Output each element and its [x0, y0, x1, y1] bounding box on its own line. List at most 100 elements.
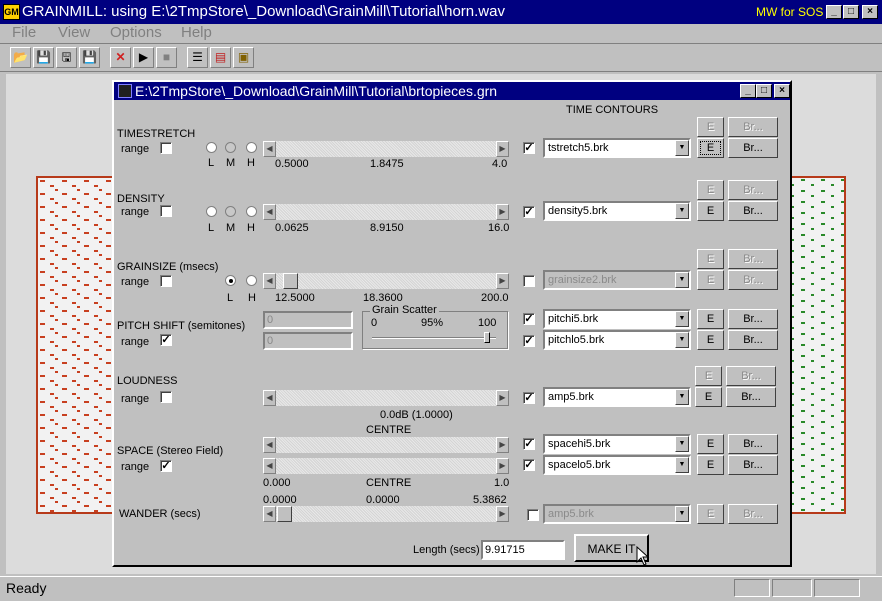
space-lo-contour-select[interactable]: spacelo5.brk ▼: [543, 455, 691, 475]
chevron-down-icon[interactable]: ▼: [675, 389, 689, 405]
slider-right-arrow-icon[interactable]: ▶: [496, 273, 509, 289]
slider-left-arrow-icon[interactable]: ◀: [263, 204, 276, 220]
grainsize-br-upper-button[interactable]: Br...: [728, 249, 778, 269]
pitch-lo-contour-select[interactable]: pitchlo5.brk ▼: [543, 330, 691, 350]
menu-help[interactable]: Help: [181, 24, 212, 41]
density-radio-l[interactable]: [206, 206, 217, 217]
chevron-down-icon[interactable]: ▼: [675, 457, 689, 473]
density-slider[interactable]: ◀ ▶: [263, 204, 509, 220]
loudness-range-checkbox[interactable]: [160, 391, 172, 403]
slider-right-arrow-icon[interactable]: ▶: [496, 506, 509, 522]
density-range-checkbox[interactable]: [160, 205, 172, 217]
pitch-lo-contour-checkbox[interactable]: ✓: [523, 335, 535, 347]
chevron-down-icon[interactable]: ▼: [675, 332, 689, 348]
close-button[interactable]: ×: [862, 5, 878, 19]
menu-view[interactable]: View: [58, 24, 90, 41]
timestretch-contour-select[interactable]: tstretch5.brk ▼: [543, 138, 691, 158]
grainsize-e-button[interactable]: E: [697, 270, 724, 290]
slider-left-arrow-icon[interactable]: ◀: [263, 141, 276, 157]
grain-scatter-slider-thumb[interactable]: [484, 332, 490, 343]
delete-icon[interactable]: ✕: [110, 47, 131, 68]
pitch-lo-br-button[interactable]: Br...: [728, 330, 778, 350]
save-as-icon[interactable]: 🖫: [56, 47, 77, 68]
save-icon[interactable]: 💾: [33, 47, 54, 68]
timestretch-e-upper-button[interactable]: E: [697, 117, 724, 137]
density-e-button[interactable]: E: [697, 201, 724, 221]
space-lo-contour-checkbox[interactable]: ✓: [523, 459, 535, 471]
density-radio-m[interactable]: [225, 206, 236, 217]
loudness-contour-select[interactable]: amp5.brk ▼: [543, 387, 691, 407]
grainsize-e-upper-button[interactable]: E: [697, 249, 724, 269]
grainsize-slider[interactable]: ◀ ▶: [263, 273, 509, 289]
timestretch-br-button[interactable]: Br...: [728, 138, 778, 158]
chevron-down-icon[interactable]: ▼: [675, 203, 689, 219]
grainsize-slider-thumb[interactable]: [283, 273, 298, 289]
slider-right-arrow-icon[interactable]: ▶: [496, 390, 509, 406]
space-range-checkbox[interactable]: ✓: [160, 460, 172, 472]
density-br-button[interactable]: Br...: [728, 201, 778, 221]
chevron-down-icon[interactable]: ▼: [675, 272, 689, 288]
space-lo-br-button[interactable]: Br...: [728, 455, 778, 475]
grainsize-radio-h[interactable]: [246, 275, 257, 286]
slider-right-arrow-icon[interactable]: ▶: [496, 141, 509, 157]
wander-br-button[interactable]: Br...: [728, 504, 778, 524]
grainsize-br-button[interactable]: Br...: [728, 270, 778, 290]
stop-icon[interactable]: ■: [156, 47, 177, 68]
save-all-icon[interactable]: 💾: [79, 47, 100, 68]
pitch-hi-contour-checkbox[interactable]: ✓: [523, 313, 535, 325]
dialog-minimize-button[interactable]: _: [740, 84, 756, 98]
wander-contour-select[interactable]: amp5.brk ▼: [543, 504, 691, 524]
space-hi-contour-select[interactable]: spacehi5.brk ▼: [543, 434, 691, 454]
pitch-lo-e-button[interactable]: E: [697, 330, 724, 350]
slider-right-arrow-icon[interactable]: ▶: [496, 437, 509, 453]
chevron-down-icon[interactable]: ▼: [675, 436, 689, 452]
open-icon[interactable]: 📂: [10, 47, 31, 68]
dialog-close-button[interactable]: ×: [774, 84, 790, 98]
loudness-e-upper-button[interactable]: E: [695, 366, 722, 386]
pitch-hi-br-button[interactable]: Br...: [728, 309, 778, 329]
slider-right-arrow-icon[interactable]: ▶: [496, 204, 509, 220]
maximize-button[interactable]: □: [843, 5, 859, 19]
minimize-button[interactable]: _: [826, 5, 842, 19]
pitchshift-value1-input[interactable]: 0: [263, 311, 353, 329]
slider-left-arrow-icon[interactable]: ◀: [263, 437, 276, 453]
chevron-down-icon[interactable]: ▼: [675, 140, 689, 156]
wander-slider[interactable]: ◀ ▶: [263, 506, 509, 522]
export-icon[interactable]: ▣: [233, 47, 254, 68]
density-contour-select[interactable]: density5.brk ▼: [543, 201, 691, 221]
timestretch-contour-checkbox[interactable]: ✓: [523, 142, 535, 154]
space-hi-e-button[interactable]: E: [697, 434, 724, 454]
slider-right-arrow-icon[interactable]: ▶: [496, 458, 509, 474]
space-hi-br-button[interactable]: Br...: [728, 434, 778, 454]
loudness-br-upper-button[interactable]: Br...: [726, 366, 776, 386]
pitch-hi-e-button[interactable]: E: [697, 309, 724, 329]
chevron-down-icon[interactable]: ▼: [675, 506, 689, 522]
timestretch-radio-l[interactable]: [206, 142, 217, 153]
space-slider-hi[interactable]: ◀ ▶: [263, 437, 509, 453]
wander-slider-thumb[interactable]: [277, 506, 292, 522]
grainsize-contour-checkbox[interactable]: [523, 275, 535, 287]
timestretch-radio-m[interactable]: [225, 142, 236, 153]
wander-e-button[interactable]: E: [697, 504, 724, 524]
slider-left-arrow-icon[interactable]: ◀: [263, 273, 276, 289]
wander-contour-checkbox[interactable]: [527, 509, 539, 521]
graph-icon[interactable]: ▤: [210, 47, 231, 68]
density-contour-checkbox[interactable]: ✓: [523, 206, 535, 218]
grainsize-radio-l[interactable]: [225, 275, 236, 286]
timestretch-br-upper-button[interactable]: Br...: [728, 117, 778, 137]
density-e-upper-button[interactable]: E: [697, 180, 724, 200]
loudness-br-button[interactable]: Br...: [726, 387, 776, 407]
timestretch-range-checkbox[interactable]: [160, 142, 172, 154]
timestretch-slider[interactable]: ◀ ▶: [263, 141, 509, 157]
list-icon[interactable]: ☰: [187, 47, 208, 68]
slider-left-arrow-icon[interactable]: ◀: [263, 506, 276, 522]
chevron-down-icon[interactable]: ▼: [675, 311, 689, 327]
pitchshift-value2-input[interactable]: 0: [263, 332, 353, 350]
dialog-maximize-button[interactable]: □: [756, 84, 772, 98]
density-radio-h[interactable]: [246, 206, 257, 217]
density-br-upper-button[interactable]: Br...: [728, 180, 778, 200]
slider-left-arrow-icon[interactable]: ◀: [263, 390, 276, 406]
pitch-hi-contour-select[interactable]: pitchi5.brk ▼: [543, 309, 691, 329]
pitchshift-range-checkbox[interactable]: ✓: [160, 334, 172, 346]
menu-options[interactable]: Options: [110, 24, 162, 41]
